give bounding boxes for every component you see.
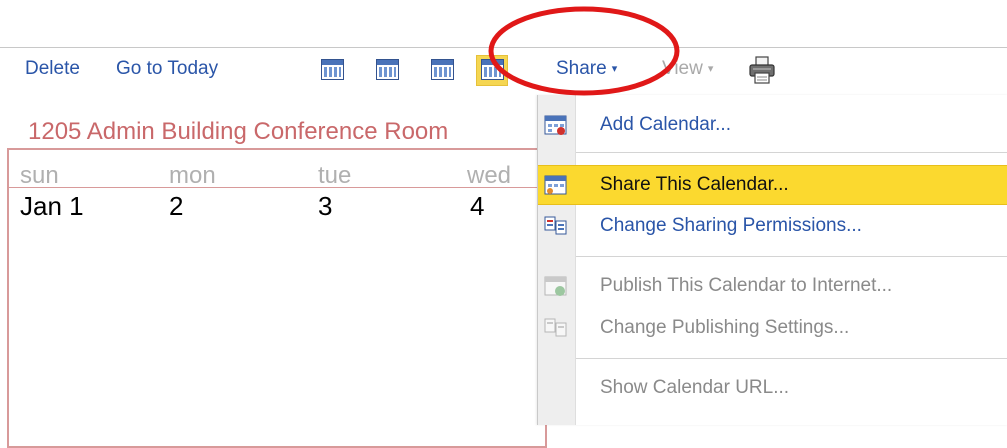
menu-item-publish-calendar: Publish This Calendar to Internet... — [538, 267, 1007, 307]
menu-item-label: Change Sharing Permissions... — [600, 215, 862, 236]
share-calendar-icon — [544, 175, 567, 195]
day-cell-date[interactable]: Jan 1 — [20, 191, 84, 222]
day-cell-date[interactable]: 2 — [169, 191, 183, 222]
menu-item-label: Publish This Calendar to Internet... — [600, 275, 893, 296]
printer-icon[interactable] — [747, 56, 777, 84]
menu-item-label: Change Publishing Settings... — [600, 317, 850, 338]
menu-item-label: Share This Calendar... — [600, 174, 789, 195]
add-calendar-icon — [544, 115, 567, 135]
publish-calendar-icon — [544, 276, 567, 296]
week-view-icon[interactable] — [376, 59, 399, 80]
weekday-header-sun: sun — [20, 162, 59, 189]
menu-item-show-calendar-url: Show Calendar URL... — [538, 369, 1007, 409]
menu-item-label: Add Calendar... — [600, 114, 731, 135]
annotation-circle — [488, 6, 680, 96]
sharing-permissions-icon — [544, 216, 567, 235]
day-cell-date[interactable]: 3 — [318, 191, 332, 222]
menu-item-change-publishing-settings: Change Publishing Settings... — [538, 309, 1007, 349]
menu-separator — [576, 358, 1007, 359]
day-view-icon[interactable] — [321, 59, 344, 80]
menu-item-label: Show Calendar URL... — [600, 377, 790, 398]
go-to-today-button[interactable]: Go to Today — [116, 58, 218, 80]
menu-separator — [576, 152, 1007, 153]
share-dropdown-menu: Add Calendar... Share This Calendar... C… — [537, 95, 1007, 425]
view-chevron-down-icon: ▾ — [707, 63, 714, 75]
calendar-title: 1205 Admin Building Conference Room — [28, 118, 449, 145]
weekday-header-wed: wed — [467, 162, 512, 189]
month-view-icon[interactable] — [431, 59, 454, 80]
menu-item-change-sharing-permissions[interactable]: Change Sharing Permissions... — [538, 207, 1007, 247]
menu-item-add-calendar[interactable]: Add Calendar... — [538, 106, 1007, 146]
weekday-header-tue: tue — [318, 162, 352, 189]
calendar-grid — [7, 148, 547, 448]
delete-button[interactable]: Delete — [25, 58, 80, 80]
menu-item-share-this-calendar[interactable]: Share This Calendar... — [538, 165, 1007, 205]
weekday-header-rule — [7, 187, 540, 188]
day-cell-date[interactable]: 4 — [470, 191, 484, 222]
publishing-settings-icon — [544, 318, 567, 337]
menu-separator — [576, 256, 1007, 257]
weekday-header-mon: mon — [169, 162, 216, 189]
